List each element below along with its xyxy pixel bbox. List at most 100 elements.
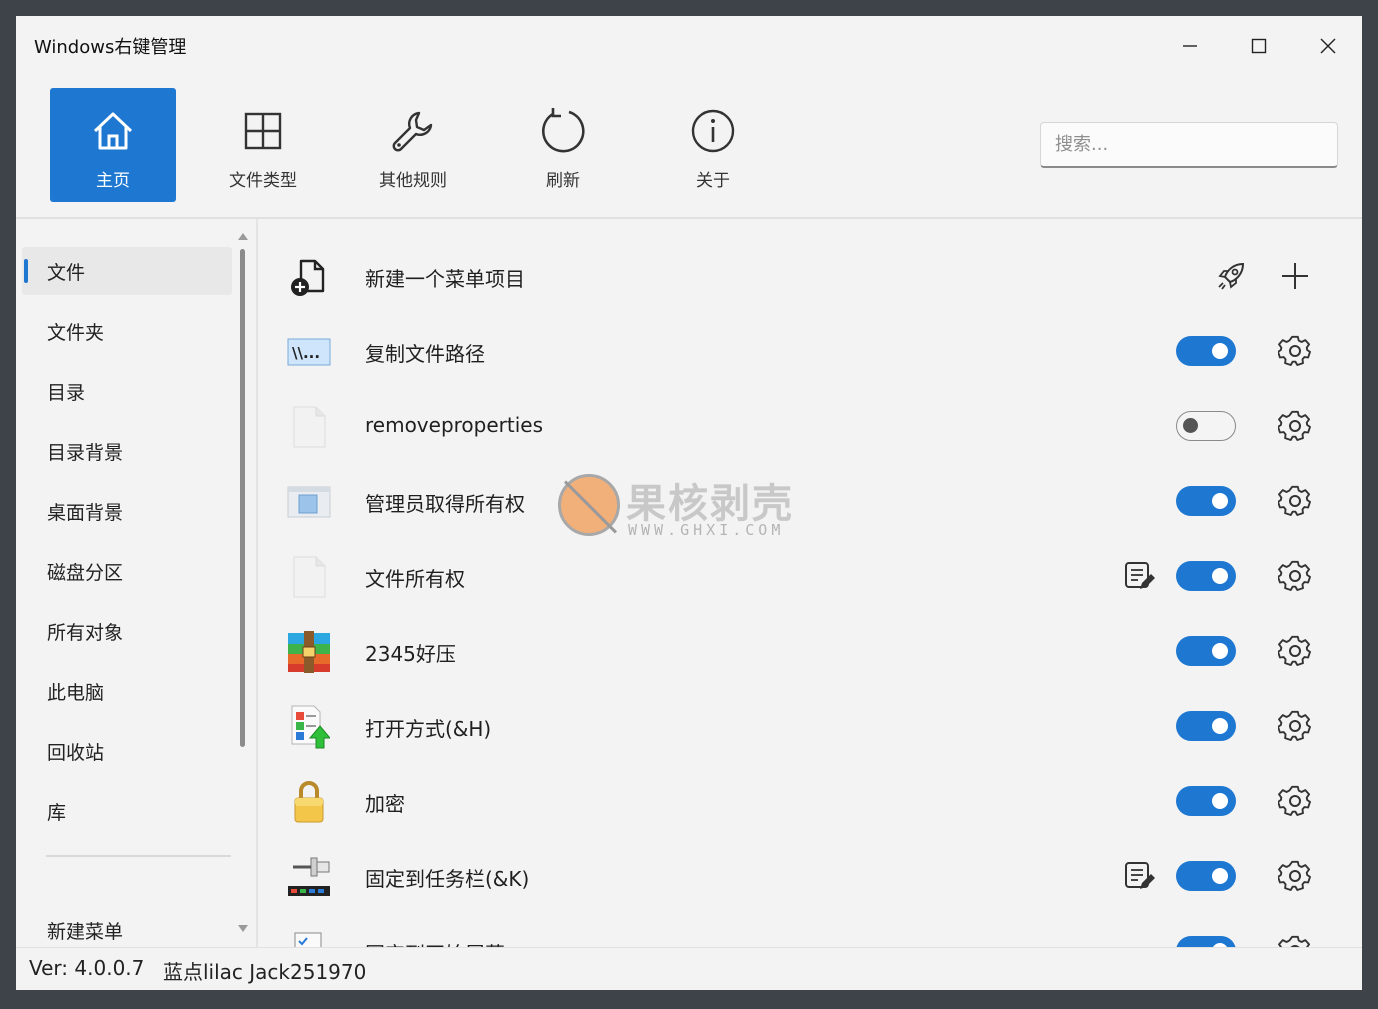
sidebar-item-label: 新建菜单 [47, 920, 124, 943]
sidebar-item-label: 磁盘分区 [47, 561, 124, 584]
list-item: 加密 [258, 764, 1338, 839]
authors-text: 蓝点lilac Jack251970 [163, 960, 367, 984]
tab-file-types-label: 文件类型 [229, 171, 297, 191]
rocket-icon[interactable] [1214, 259, 1248, 293]
watermark-subtitle: WWW.GHXI.COM [628, 521, 785, 539]
item-label: 打开方式(&H) [365, 717, 492, 741]
enable-toggle[interactable] [1176, 561, 1236, 591]
sidebar-item-directory[interactable]: 目录 [22, 367, 232, 415]
tab-file-types[interactable]: 文件类型 [200, 88, 326, 202]
home-icon [93, 112, 133, 150]
sidebar: 文件 文件夹 目录 目录背景 桌面背景 磁盘分区 所有对象 此电脑 回收站 库 … [16, 219, 256, 947]
sidebar-item-library[interactable]: 库 [22, 787, 232, 835]
window-title: Windows右键管理 [34, 37, 187, 58]
sidebar-item-file[interactable]: 文件 [22, 247, 232, 295]
gear-icon[interactable] [1278, 334, 1312, 368]
sidebar-item-label: 此电脑 [47, 681, 105, 704]
sidebar-item-label: 目录背景 [47, 441, 124, 464]
list-item: 固定到开始屏幕 [258, 914, 1338, 947]
sidebar-item-label: 目录 [47, 381, 86, 404]
gear-icon[interactable] [1278, 409, 1312, 443]
sidebar-scroll-up[interactable] [238, 233, 248, 240]
gear-icon[interactable] [1278, 859, 1312, 893]
watermark: 果核剥壳 WWW.GHXI.COM [556, 471, 856, 561]
checklist-icon [286, 931, 332, 947]
edit-note-icon[interactable] [1122, 859, 1156, 893]
tab-refresh[interactable]: 刷新 [500, 88, 626, 202]
lock-icon [286, 781, 332, 823]
tab-other-rules[interactable]: 其他规则 [350, 88, 476, 202]
svg-text:\\...: \\... [292, 344, 320, 362]
sidebar-scroll-down[interactable] [238, 925, 248, 932]
open-with-icon [286, 705, 332, 749]
blank-file-icon [286, 406, 332, 448]
list-item: 2345好压 [258, 614, 1338, 689]
list-item: 新建一个菜单项目 [258, 239, 1338, 314]
gear-icon[interactable] [1278, 934, 1312, 947]
gear-icon[interactable] [1278, 784, 1312, 818]
minimize-icon [1183, 45, 1197, 47]
refresh-icon [542, 108, 585, 153]
sidebar-item-desktop-background[interactable]: 桌面背景 [22, 487, 232, 535]
edit-note-icon[interactable] [1122, 559, 1156, 593]
sidebar-item-this-pc[interactable]: 此电脑 [22, 667, 232, 715]
add-icon[interactable] [1278, 259, 1312, 293]
status-bar: Ver: 4.0.0.7 蓝点lilac Jack251970 [16, 947, 1362, 990]
tab-about[interactable]: 关于 [650, 88, 776, 202]
sidebar-item-drive[interactable]: 磁盘分区 [22, 547, 232, 595]
item-label: 加密 [365, 792, 405, 816]
sidebar-scrollbar-thumb[interactable] [240, 249, 245, 747]
sidebar-item-label: 文件夹 [47, 321, 105, 344]
item-label: 复制文件路径 [365, 342, 485, 366]
tab-refresh-label: 刷新 [546, 171, 580, 191]
pin-taskbar-icon [286, 856, 332, 898]
close-icon [1320, 38, 1336, 54]
sidebar-item-directory-background[interactable]: 目录背景 [22, 427, 232, 475]
list-item: 打开方式(&H) [258, 689, 1338, 764]
enable-toggle[interactable] [1176, 711, 1236, 741]
close-button[interactable] [1306, 28, 1350, 64]
item-label: 固定到开始屏幕 [365, 938, 505, 947]
info-icon [691, 109, 735, 153]
sidebar-item-recycle-bin[interactable]: 回收站 [22, 727, 232, 775]
screen-frame: Windows右键管理 主页 文件类型 其他规则 刷新 关于 搜索... 文件 … [0, 0, 1378, 1009]
item-label: 新建一个菜单项目 [365, 267, 525, 291]
enable-toggle[interactable] [1176, 636, 1236, 666]
enable-toggle[interactable] [1176, 411, 1236, 441]
enable-toggle[interactable] [1176, 936, 1236, 947]
item-label: 固定到任务栏(&K) [365, 867, 530, 891]
gear-icon[interactable] [1278, 634, 1312, 668]
tab-other-rules-label: 其他规则 [379, 171, 447, 191]
enable-toggle[interactable] [1176, 336, 1236, 366]
item-label: removeproperties [365, 413, 544, 437]
gear-icon[interactable] [1278, 484, 1312, 518]
enable-toggle[interactable] [1176, 786, 1236, 816]
maximize-button[interactable] [1237, 28, 1281, 64]
sidebar-item-label: 回收站 [47, 741, 105, 764]
item-label: 文件所有权 [365, 567, 465, 591]
app-window: Windows右键管理 主页 文件类型 其他规则 刷新 关于 搜索... 文件 … [16, 16, 1362, 990]
list-item: removeproperties [258, 389, 1338, 464]
gear-icon[interactable] [1278, 709, 1312, 743]
sidebar-item-folder[interactable]: 文件夹 [22, 307, 232, 355]
maximize-icon [1251, 38, 1267, 54]
sidebar-item-all-objects[interactable]: 所有对象 [22, 607, 232, 655]
path-icon: \\... [286, 331, 332, 373]
blank-file-icon [286, 556, 332, 598]
gear-icon[interactable] [1278, 559, 1312, 593]
search-input[interactable] [1040, 122, 1338, 168]
archive-icon [286, 631, 332, 673]
enable-toggle[interactable] [1176, 861, 1236, 891]
menu-item-list: 新建一个菜单项目 \\... 复制文件路径 removeproperties 管… [258, 219, 1362, 947]
window-app-icon [286, 481, 332, 523]
sidebar-item-label: 库 [47, 801, 67, 824]
sidebar-item-label: 所有对象 [47, 621, 124, 644]
tab-home[interactable]: 主页 [50, 88, 176, 202]
tab-home-label: 主页 [96, 171, 130, 191]
enable-toggle[interactable] [1176, 486, 1236, 516]
grid-icon [244, 112, 282, 150]
tab-about-label: 关于 [696, 171, 730, 191]
sidebar-divider [46, 855, 231, 857]
minimize-button[interactable] [1168, 28, 1212, 64]
version-text: Ver: 4.0.0.7 [29, 956, 145, 980]
